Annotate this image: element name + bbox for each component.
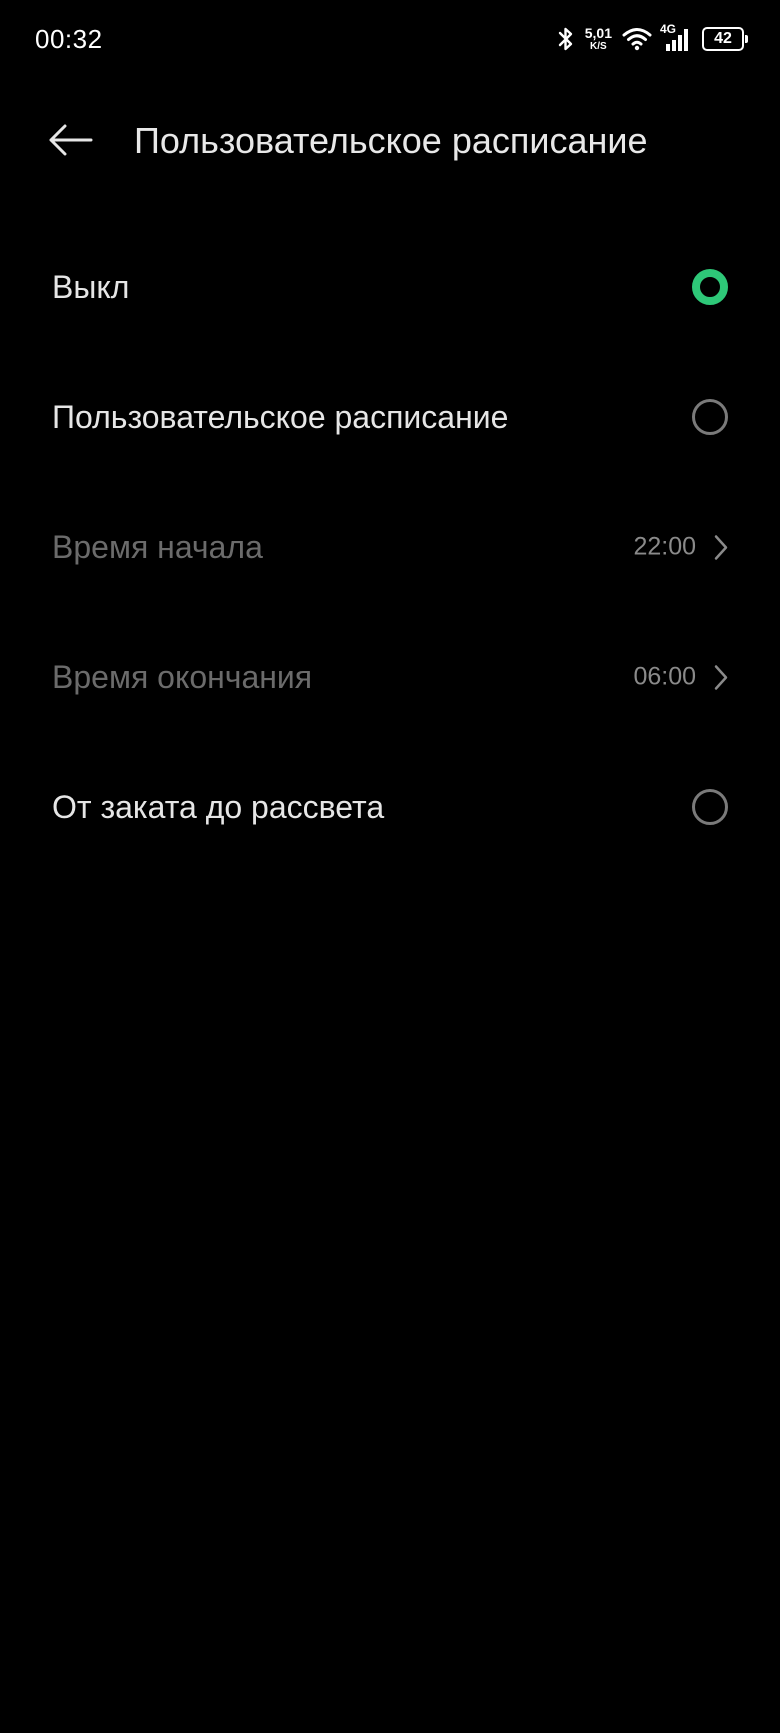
option-custom-schedule[interactable]: Пользовательское расписание <box>0 352 780 482</box>
network-speed-value: 5,01 <box>584 25 612 41</box>
page-title: Пользовательское расписание <box>134 120 648 161</box>
start-time-label: Время начала <box>52 528 263 565</box>
bluetooth-icon <box>557 26 575 52</box>
app-bar: Пользовательское расписание <box>0 100 780 180</box>
network-speed: 5,01 K/S <box>585 26 612 52</box>
arrow-left-icon <box>47 123 93 157</box>
start-time-row[interactable]: Время начала 22:00 <box>0 482 780 612</box>
cellular-signal: 4G <box>660 22 692 52</box>
option-off[interactable]: Выкл <box>0 222 780 352</box>
option-custom-schedule-label: Пользовательское расписание <box>52 398 509 435</box>
option-sunset-to-sunrise[interactable]: От заката до рассвета <box>0 742 780 872</box>
network-speed-unit: K/S <box>590 41 607 52</box>
end-time-row[interactable]: Время окончания 06:00 <box>0 612 780 742</box>
status-time: 00:32 <box>35 24 103 54</box>
option-off-radio[interactable] <box>692 269 728 305</box>
chevron-right-icon <box>714 664 728 690</box>
start-time-value: 22:00 <box>633 532 696 561</box>
status-icons: 5,01 K/S 4G 42 <box>557 22 748 56</box>
chevron-right-icon <box>714 534 728 560</box>
option-sunset-to-sunrise-label: От заката до рассвета <box>52 788 385 825</box>
option-sunset-to-sunrise-radio[interactable] <box>692 789 728 825</box>
option-off-label: Выкл <box>52 268 130 305</box>
back-button[interactable] <box>44 116 96 164</box>
option-custom-schedule-radio[interactable] <box>692 399 728 435</box>
schedule-options-list: Выкл Пользовательское расписание Время н… <box>0 222 780 872</box>
status-bar: 00:32 5,01 K/S 4G 42 <box>0 0 780 80</box>
network-type: 4G <box>660 22 677 36</box>
end-time-label: Время окончания <box>52 658 313 695</box>
end-time-value: 06:00 <box>633 662 696 691</box>
wifi-icon <box>622 27 652 51</box>
battery-icon: 42 <box>702 27 748 51</box>
battery-level: 42 <box>714 30 732 47</box>
